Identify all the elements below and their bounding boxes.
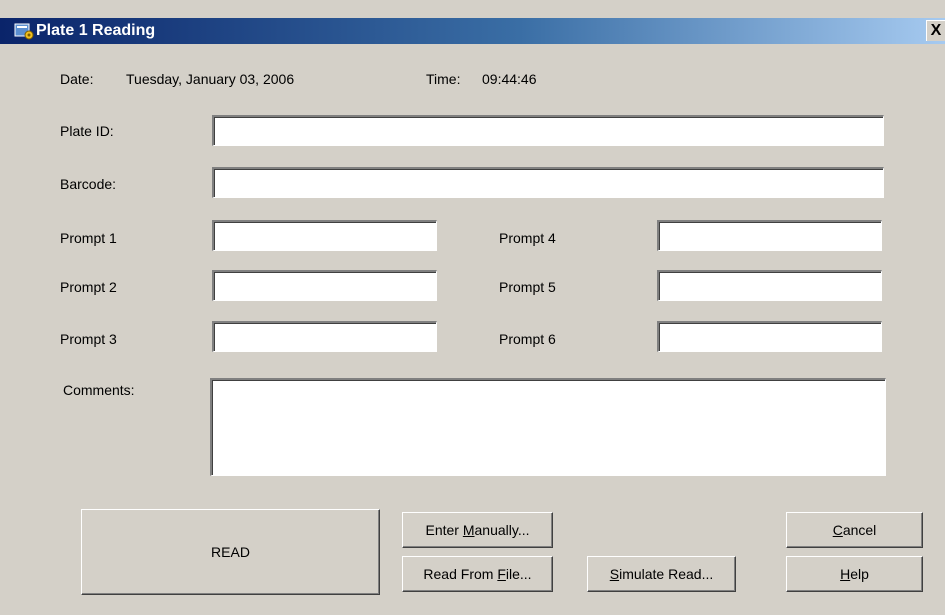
- cancel-button[interactable]: Cancel: [786, 512, 923, 548]
- barcode-label: Barcode:: [60, 176, 117, 192]
- comments-textarea[interactable]: [210, 378, 886, 476]
- cancel-label: Cancel: [832, 522, 877, 538]
- read-button[interactable]: READ: [81, 509, 380, 595]
- prompt-3-input[interactable]: [212, 321, 437, 352]
- plate-reader-icon: [14, 22, 34, 40]
- prompt-2-label: Prompt 2: [60, 279, 117, 295]
- plate-id-label: Plate ID:: [60, 123, 114, 139]
- barcode-input[interactable]: [212, 167, 884, 198]
- help-label: Help: [840, 566, 869, 582]
- simulate-read-button[interactable]: Simulate Read...: [587, 556, 736, 592]
- simulate-read-label: Simulate Read...: [609, 566, 714, 582]
- prompt-1-label: Prompt 1: [60, 230, 117, 246]
- enter-manually-button[interactable]: Enter Manually...: [402, 512, 553, 548]
- plate-id-input[interactable]: [212, 115, 884, 146]
- prompt-1-input[interactable]: [212, 220, 437, 251]
- comments-label: Comments:: [63, 382, 135, 398]
- prompt-2-input[interactable]: [212, 270, 437, 301]
- prompt-6-label: Prompt 6: [499, 331, 556, 347]
- prompt-4-label: Prompt 4: [499, 230, 556, 246]
- prompt-3-label: Prompt 3: [60, 331, 117, 347]
- title-bar[interactable]: Plate 1 Reading X: [0, 18, 945, 44]
- prompt-5-input[interactable]: [657, 270, 882, 301]
- time-label: Time:: [426, 71, 461, 87]
- date-label: Date:: [60, 71, 94, 87]
- plate-reading-dialog: Plate 1 Reading X Date: Tuesday, January…: [0, 0, 945, 615]
- date-value: Tuesday, January 03, 2006: [126, 71, 295, 87]
- prompt-6-input[interactable]: [657, 321, 882, 352]
- time-value: 09:44:46: [482, 71, 537, 87]
- help-button[interactable]: Help: [786, 556, 923, 592]
- enter-manually-label: Enter Manually...: [425, 522, 530, 538]
- window-title: Plate 1 Reading: [36, 22, 156, 39]
- close-button[interactable]: X: [926, 20, 945, 41]
- read-from-file-label: Read From File...: [423, 566, 532, 582]
- read-button-label: READ: [211, 544, 250, 560]
- prompt-4-input[interactable]: [657, 220, 882, 251]
- close-icon: X: [930, 22, 942, 39]
- read-from-file-button[interactable]: Read From File...: [402, 556, 553, 592]
- prompt-5-label: Prompt 5: [499, 279, 556, 295]
